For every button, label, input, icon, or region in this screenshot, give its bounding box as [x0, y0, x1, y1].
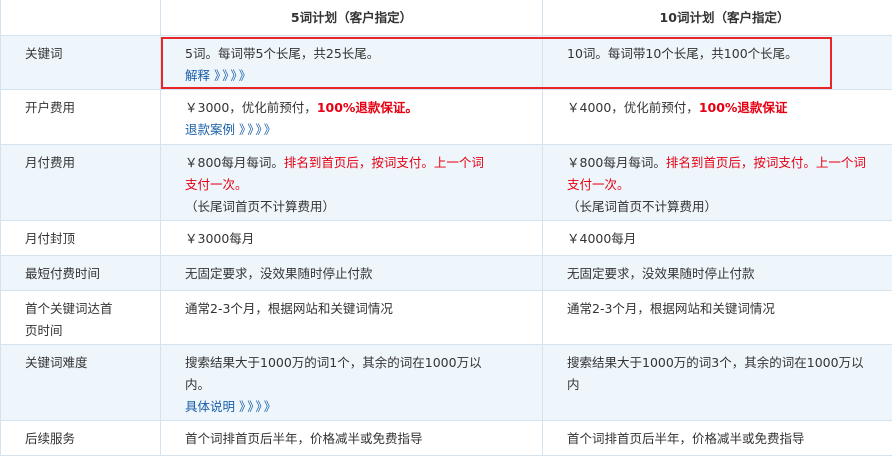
refund-guarantee-text: 100%退款保证 [698, 100, 788, 115]
details-link[interactable]: 具体说明 [185, 399, 235, 414]
difficulty-text-line2: 内。 [185, 377, 211, 392]
pay-per-keyword-text: 排名到首页后，按词支付。上一个词 [665, 155, 866, 170]
plan10-monthly-cap: ￥4000每月 [567, 231, 637, 246]
table-row-opening-fee: 开户费用 ￥3000，优化前预付，100%退款保证。 退款案例 》》》》 ￥40… [1, 90, 892, 145]
plan5-monthly-cap: ￥3000每月 [161, 221, 543, 255]
plan10-keywords-text: 10词。每词带10个长尾，共100个长尾。 [567, 46, 798, 61]
plan5-first-keyword-time: 通常2-3个月，根据网站和关键词情况 [161, 291, 543, 344]
monthly-fee-prefix: ￥800每月每词。 [567, 155, 666, 170]
header-plan-10: 10词计划（客户指定） [659, 10, 790, 25]
pay-once-text: 支付一次。 [185, 177, 248, 192]
plan10-min-payment-time: 无固定要求，没效果随时停止付款 [567, 266, 755, 281]
table-row-monthly-fee: 月付费用 ￥800每月每词。排名到首页后，按词支付。上一个词 支付一次。 （长尾… [1, 145, 892, 221]
plan5-fee-text: ￥3000，优化前预付， [185, 100, 317, 115]
table-row-keywords: 关键词 5词。每词带5个长尾，共25长尾。 解释 》》》》 10词。每词带10个… [1, 36, 892, 90]
row-label: 月付费用 [1, 145, 161, 220]
difficulty-text-line1: 搜索结果大于1000万的词3个，其余的词在1000万以 [567, 355, 864, 370]
row-label-line1: 首个关键词达首 [25, 301, 113, 316]
row-label: 月付封顶 [1, 221, 161, 255]
table-header-row: 5词计划（客户指定） 10词计划（客户指定） [1, 0, 892, 36]
table-row-keyword-difficulty: 关键词难度 搜索结果大于1000万的词1个，其余的词在1000万以 内。 具体说… [1, 345, 892, 421]
plan10-follow-up: 首个词排首页后半年，价格减半或免费指导 [567, 431, 805, 446]
double-arrow-icon[interactable]: 》》》》 [214, 68, 253, 83]
plan10-fee-text: ￥4000，优化前预付， [567, 100, 699, 115]
longtail-note: （长尾词首页不计算费用） [567, 199, 718, 214]
table-row-min-payment-time: 最短付费时间 无固定要求，没效果随时停止付款 无固定要求，没效果随时停止付款 [1, 256, 892, 291]
plan5-keywords-text: 5词。每词带5个长尾，共25长尾。 [185, 46, 380, 61]
refund-cases-link[interactable]: 退款案例 [185, 122, 235, 137]
row-label: 关键词难度 [1, 345, 161, 420]
row-label: 关键词 [1, 36, 161, 89]
header-plan-5: 5词计划（客户指定） [161, 0, 543, 35]
pay-per-keyword-text: 排名到首页后，按词支付。上一个词 [283, 155, 484, 170]
double-arrow-icon[interactable]: 》》》》 [239, 122, 278, 137]
explain-link[interactable]: 解释 [185, 68, 210, 83]
table-row-first-keyword-time: 首个关键词达首 页时间 通常2-3个月，根据网站和关键词情况 通常2-3个月，根… [1, 291, 892, 345]
table-row-follow-up-service: 后续服务 首个词排首页后半年，价格减半或免费指导 首个词排首页后半年，价格减半或… [1, 421, 892, 456]
plan5-difficulty-cell: 搜索结果大于1000万的词1个，其余的词在1000万以 内。 具体说明 》》》》 [161, 345, 543, 420]
plan10-opening-fee-cell: ￥4000，优化前预付，100%退款保证 [543, 90, 892, 144]
double-arrow-icon[interactable]: 》》》》 [239, 399, 278, 414]
monthly-fee-prefix: ￥800每月每词。 [185, 155, 284, 170]
row-label: 首个关键词达首 页时间 [1, 291, 161, 344]
plan10-keywords-cell: 10词。每词带10个长尾，共100个长尾。 [543, 36, 892, 89]
plan5-keywords-cell: 5词。每词带5个长尾，共25长尾。 解释 》》》》 [161, 36, 543, 89]
plan5-follow-up: 首个词排首页后半年，价格减半或免费指导 [161, 421, 543, 455]
difficulty-text-line1: 搜索结果大于1000万的词1个，其余的词在1000万以 [185, 355, 482, 370]
row-label: 最短付费时间 [1, 256, 161, 290]
row-label-line2: 页时间 [25, 323, 63, 338]
plan10-monthly-fee-cell: ￥800每月每词。排名到首页后，按词支付。上一个词 支付一次。 （长尾词首页不计… [543, 145, 892, 220]
plan5-monthly-fee-cell: ￥800每月每词。排名到首页后，按词支付。上一个词 支付一次。 （长尾词首页不计… [161, 145, 543, 220]
plan-comparison-table: 5词计划（客户指定） 10词计划（客户指定） 关键词 5词。每词带5个长尾，共2… [0, 0, 892, 456]
pay-once-text: 支付一次。 [567, 177, 630, 192]
header-cell-empty [1, 0, 161, 35]
longtail-note: （长尾词首页不计算费用） [185, 199, 336, 214]
plan5-opening-fee-cell: ￥3000，优化前预付，100%退款保证。 退款案例 》》》》 [161, 90, 543, 144]
refund-guarantee-text: 100%退款保证。 [316, 100, 418, 115]
plan10-first-keyword-time: 通常2-3个月，根据网站和关键词情况 [567, 301, 775, 316]
plan10-difficulty-cell: 搜索结果大于1000万的词3个，其余的词在1000万以 内 [543, 345, 892, 420]
difficulty-text-line2: 内 [567, 377, 580, 392]
plan5-min-payment-time: 无固定要求，没效果随时停止付款 [161, 256, 543, 290]
table-row-monthly-cap: 月付封顶 ￥3000每月 ￥4000每月 [1, 221, 892, 256]
row-label: 开户费用 [1, 90, 161, 144]
row-label: 后续服务 [1, 421, 161, 455]
